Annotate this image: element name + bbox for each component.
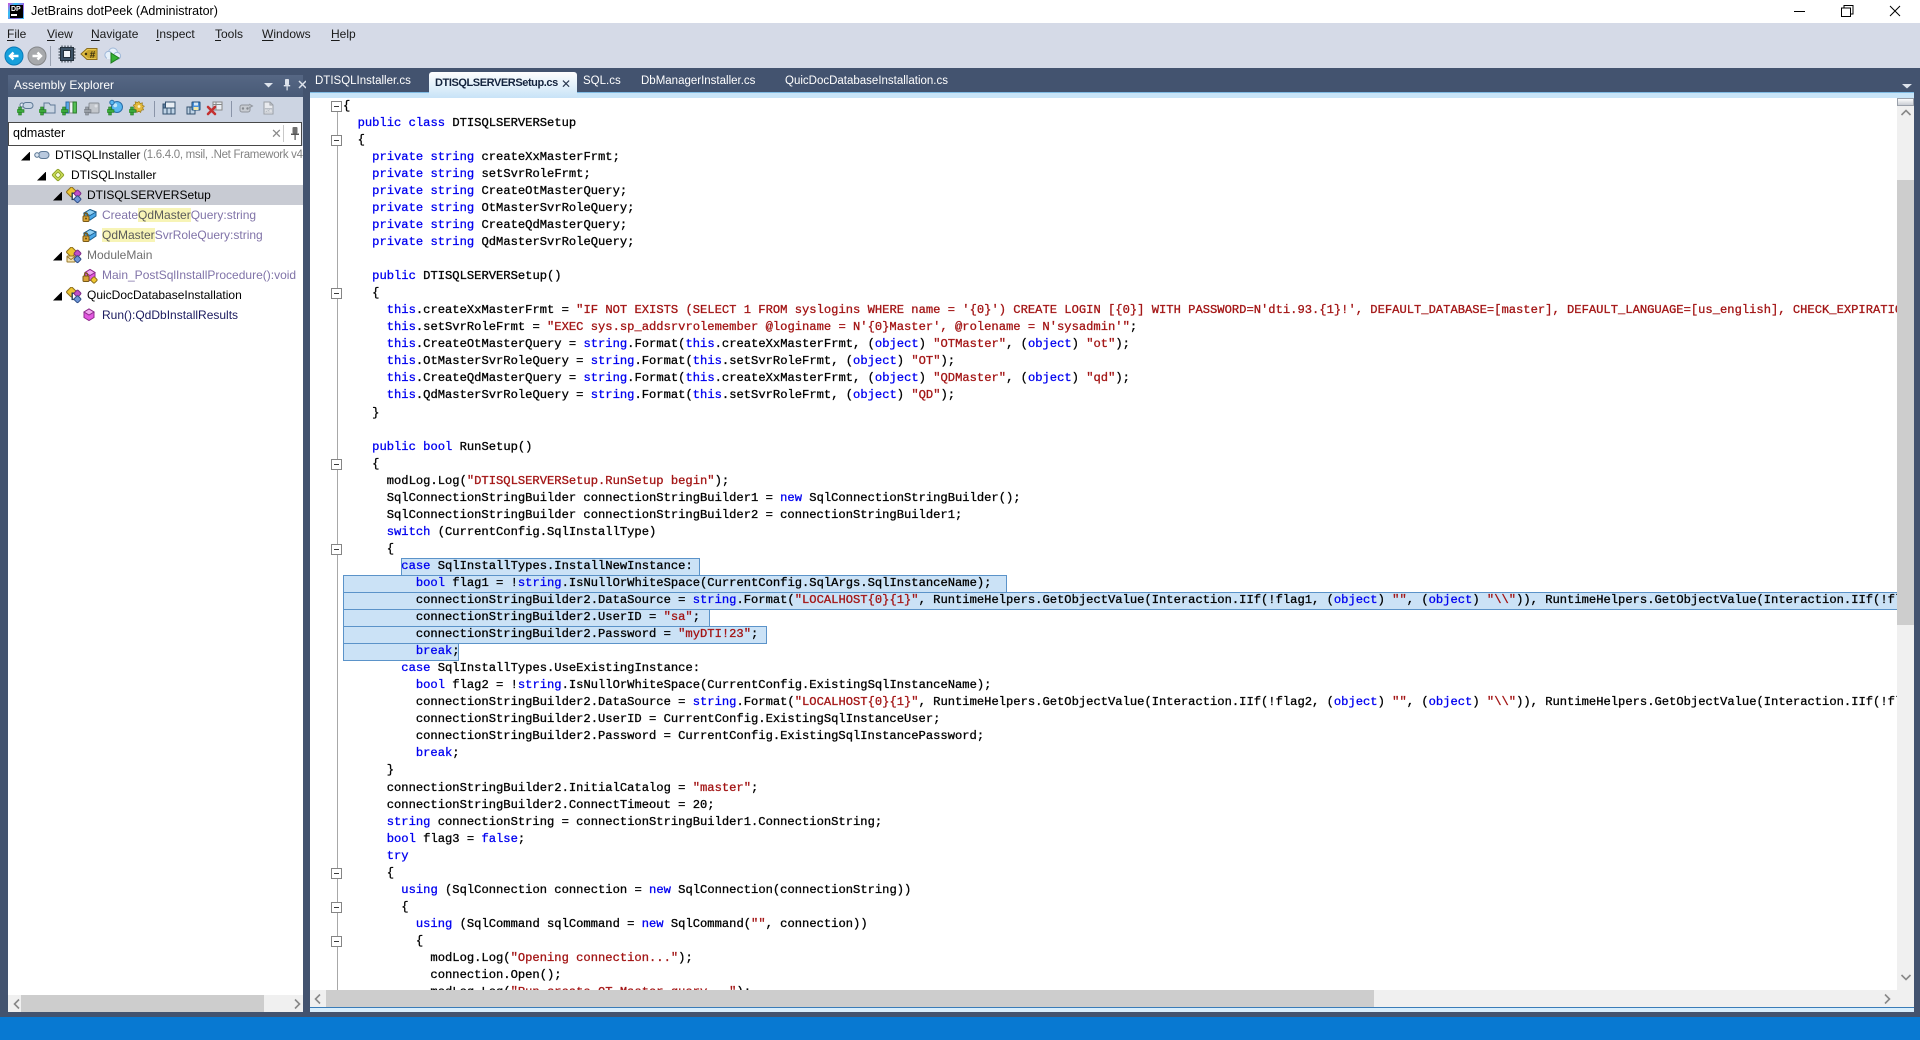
svg-text:#: # [90, 50, 96, 61]
svg-text:PDB: PDB [265, 109, 273, 113]
